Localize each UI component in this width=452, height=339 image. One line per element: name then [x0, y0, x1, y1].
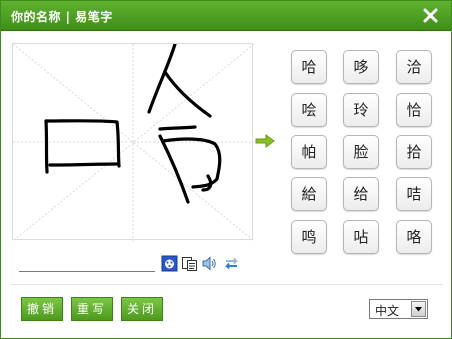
undo-button[interactable]: 撤销 [21, 297, 63, 321]
close-icon[interactable] [422, 7, 439, 24]
handwriting-canvas[interactable] [13, 44, 254, 241]
handwriting-pad[interactable] [12, 43, 254, 241]
candidate-char[interactable]: 脸 [343, 135, 379, 169]
candidate-char[interactable]: 咭 [396, 177, 432, 211]
candidate-char[interactable]: 哈 [291, 50, 327, 84]
paint-palette-icon[interactable] [161, 255, 178, 272]
speaker-icon[interactable] [201, 255, 218, 272]
footer-divider [11, 284, 443, 285]
candidate-char[interactable]: 恰 [396, 93, 432, 127]
candidate-char[interactable]: 呫 [343, 220, 379, 254]
candidate-char[interactable]: 給 [291, 177, 327, 211]
green-right-arrow-icon [255, 133, 275, 148]
candidate-char[interactable]: 洽 [396, 50, 432, 84]
candidate-char[interactable]: 咯 [396, 220, 432, 254]
language-selected: 中文 [375, 304, 400, 318]
rewrite-button[interactable]: 重写 [71, 297, 113, 321]
dropdown-arrow-icon[interactable] [411, 301, 426, 317]
candidate-char[interactable]: 帕 [291, 135, 327, 169]
window-title: 你的名称 | 易笔字 [11, 10, 113, 24]
candidate-char[interactable]: 给 [343, 177, 379, 211]
close-button[interactable]: 关闭 [121, 297, 163, 321]
language-select[interactable]: 中文 [369, 299, 428, 319]
copy-icon[interactable] [181, 255, 198, 272]
swap-arrows-icon[interactable] [223, 255, 240, 272]
result-input[interactable] [19, 257, 155, 272]
candidate-char[interactable]: 鸣 [291, 220, 327, 254]
guide-lines [13, 44, 254, 241]
handwriting-dialog: 你的名称 | 易笔字 哈 哆 洽 哙 玲 恰 帕 脸 拾 給 给 咭 鸣 呫 咯… [0, 0, 452, 339]
candidate-char[interactable]: 哆 [343, 50, 379, 84]
candidate-char[interactable]: 玲 [343, 93, 379, 127]
candidate-grid: 哈 哆 洽 哙 玲 恰 帕 脸 拾 給 给 咭 鸣 呫 咯 [289, 47, 437, 257]
title-bar[interactable]: 你的名称 | 易笔字 [1, 1, 451, 31]
candidate-char[interactable]: 拾 [396, 135, 432, 169]
ink-strokes [44, 44, 222, 204]
candidate-char[interactable]: 哙 [291, 93, 327, 127]
